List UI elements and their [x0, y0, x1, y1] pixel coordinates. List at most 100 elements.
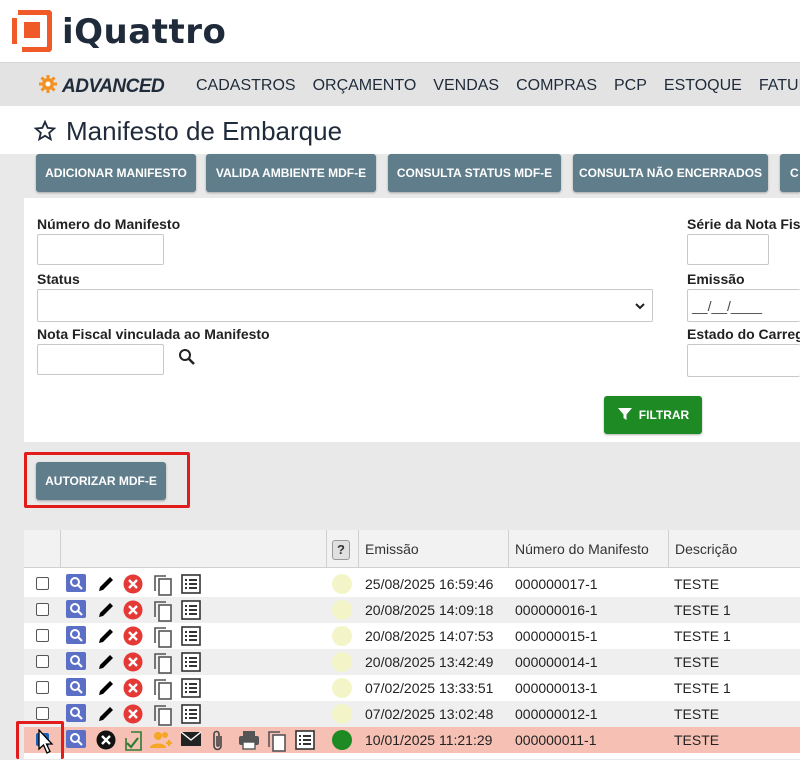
view-icon[interactable]: [66, 626, 86, 646]
edit-icon[interactable]: [96, 704, 116, 724]
close-icon[interactable]: [96, 730, 116, 750]
view-icon[interactable]: [66, 678, 86, 698]
cancel-icon[interactable]: [123, 626, 143, 646]
row-manifest-number: 000000012-1: [515, 706, 598, 722]
row-manifest-number: 000000016-1: [515, 602, 598, 618]
app-header: iQuattro: [0, 0, 800, 62]
row-emission: 25/08/2025 16:59:46: [365, 576, 494, 592]
not-closed-query-button[interactable]: CONSULTA NÃO ENCERRADOS: [573, 154, 768, 192]
row-description: TESTE: [674, 654, 720, 670]
row-checkbox[interactable]: [36, 629, 49, 642]
row-description: TESTE 1: [674, 628, 731, 644]
row-emission: 20/08/2025 14:07:53: [365, 628, 494, 644]
header-actions: [60, 530, 326, 568]
edit-icon[interactable]: [96, 678, 116, 698]
emission-label: Emissão: [687, 271, 745, 287]
row-description: TESTE: [674, 732, 720, 748]
cancel-icon[interactable]: [123, 652, 143, 672]
table-row: 07/02/2025 13:33:51 000000013-1 TESTE 1: [24, 675, 800, 701]
list-icon[interactable]: [295, 730, 315, 750]
invoice-series-input[interactable]: [687, 234, 769, 265]
menu-compras[interactable]: COMPRAS: [516, 77, 597, 95]
row-manifest-number: 000000015-1: [515, 628, 598, 644]
attachment-icon[interactable]: [210, 730, 230, 751]
linked-invoice-label: Nota Fiscal vinculada ao Manifesto: [37, 326, 270, 342]
list-icon[interactable]: [181, 574, 201, 594]
check-document-icon[interactable]: [123, 730, 143, 751]
emission-date-input[interactable]: __/__/____: [687, 289, 800, 322]
row-manifest-number: 000000017-1: [515, 576, 598, 592]
copy-icon[interactable]: [153, 600, 173, 622]
logo-icon: [11, 9, 53, 53]
copy-icon[interactable]: [153, 626, 173, 648]
manifest-table: ? Emissão Número do Manifesto Descrição …: [24, 530, 800, 759]
row-emission: 10/01/2025 11:21:29: [365, 732, 493, 748]
filter-button[interactable]: FILTRAR: [604, 396, 702, 434]
edit-icon[interactable]: [96, 574, 116, 594]
invoice-series-label: Série da Nota Fis: [687, 216, 800, 232]
row-checkbox[interactable]: [36, 603, 49, 616]
row-checkbox[interactable]: [36, 707, 49, 720]
copy-icon[interactable]: [153, 652, 173, 674]
header-description[interactable]: Descrição: [668, 530, 800, 568]
validate-environment-button[interactable]: VALIDA AMBIENTE MDF-E: [206, 154, 376, 192]
star-icon[interactable]: [33, 119, 57, 147]
menu-estoque[interactable]: ESTOQUE: [664, 77, 742, 95]
search-icon[interactable]: [178, 348, 196, 371]
manifest-number-input[interactable]: [37, 234, 164, 265]
copy-icon[interactable]: [153, 704, 173, 726]
edit-icon[interactable]: [96, 626, 116, 646]
status-indicator: [332, 600, 352, 620]
cancel-icon[interactable]: [123, 600, 143, 620]
row-checkbox[interactable]: [36, 681, 49, 694]
more-action-button[interactable]: C: [780, 154, 800, 192]
add-manifest-button[interactable]: ADICIONAR MANIFESTO: [36, 154, 196, 192]
edit-icon[interactable]: [96, 652, 116, 672]
status-select[interactable]: [37, 289, 653, 322]
view-icon[interactable]: [66, 600, 86, 620]
main-nav: ADVANCED CADASTROS ORÇAMENTO VENDAS COMP…: [0, 62, 800, 106]
emission-date-placeholder: __/__/____: [692, 298, 763, 314]
copy-icon[interactable]: [153, 574, 173, 596]
menu-pcp[interactable]: PCP: [614, 77, 647, 95]
status-label: Status: [37, 271, 80, 287]
loading-state-input[interactable]: [687, 344, 800, 377]
copy-icon[interactable]: [267, 730, 287, 752]
view-icon[interactable]: [66, 652, 86, 672]
cancel-icon[interactable]: [123, 574, 143, 594]
menu-orcamento[interactable]: ORÇAMENTO: [313, 77, 417, 95]
add-people-icon[interactable]: [150, 730, 172, 750]
copy-icon[interactable]: [153, 678, 173, 700]
menu-vendas[interactable]: VENDAS: [433, 77, 499, 95]
action-toolbar: ADICIONAR MANIFESTO VALIDA AMBIENTE MDF-…: [24, 154, 800, 198]
header-emission[interactable]: Emissão: [358, 530, 508, 568]
cancel-icon[interactable]: [123, 704, 143, 724]
menu-fatura[interactable]: FATURA: [759, 77, 800, 95]
header-select: [24, 530, 60, 568]
list-icon[interactable]: [181, 600, 201, 620]
view-icon[interactable]: [66, 704, 86, 724]
status-query-button[interactable]: CONSULTA STATUS MDF-E: [388, 154, 561, 192]
row-description: TESTE: [674, 706, 720, 722]
print-icon[interactable]: [238, 730, 259, 750]
menu-bar: CADASTROS ORÇAMENTO VENDAS COMPRAS PCP E…: [196, 77, 800, 95]
view-icon[interactable]: [66, 574, 86, 594]
status-indicator: [332, 652, 352, 672]
help-icon[interactable]: ?: [332, 540, 350, 560]
list-icon[interactable]: [181, 678, 201, 698]
list-icon[interactable]: [181, 704, 201, 724]
header-manifest-number[interactable]: Número do Manifesto: [508, 530, 668, 568]
list-icon[interactable]: [181, 626, 201, 646]
menu-cadastros[interactable]: CADASTROS: [196, 77, 296, 95]
cancel-icon[interactable]: [123, 678, 143, 698]
filter-panel: Número do Manifesto Série da Nota Fis St…: [24, 198, 800, 442]
list-icon[interactable]: [181, 652, 201, 672]
row-checkbox[interactable]: [36, 655, 49, 668]
mail-icon[interactable]: [180, 730, 202, 750]
row-checkbox[interactable]: [36, 577, 49, 590]
view-icon[interactable]: [66, 730, 86, 750]
linked-invoice-input[interactable]: [37, 344, 164, 375]
manifest-number-label: Número do Manifesto: [37, 216, 181, 232]
table-row: 20/08/2025 14:07:53 000000015-1 TESTE 1: [24, 623, 800, 649]
edit-icon[interactable]: [96, 600, 116, 620]
